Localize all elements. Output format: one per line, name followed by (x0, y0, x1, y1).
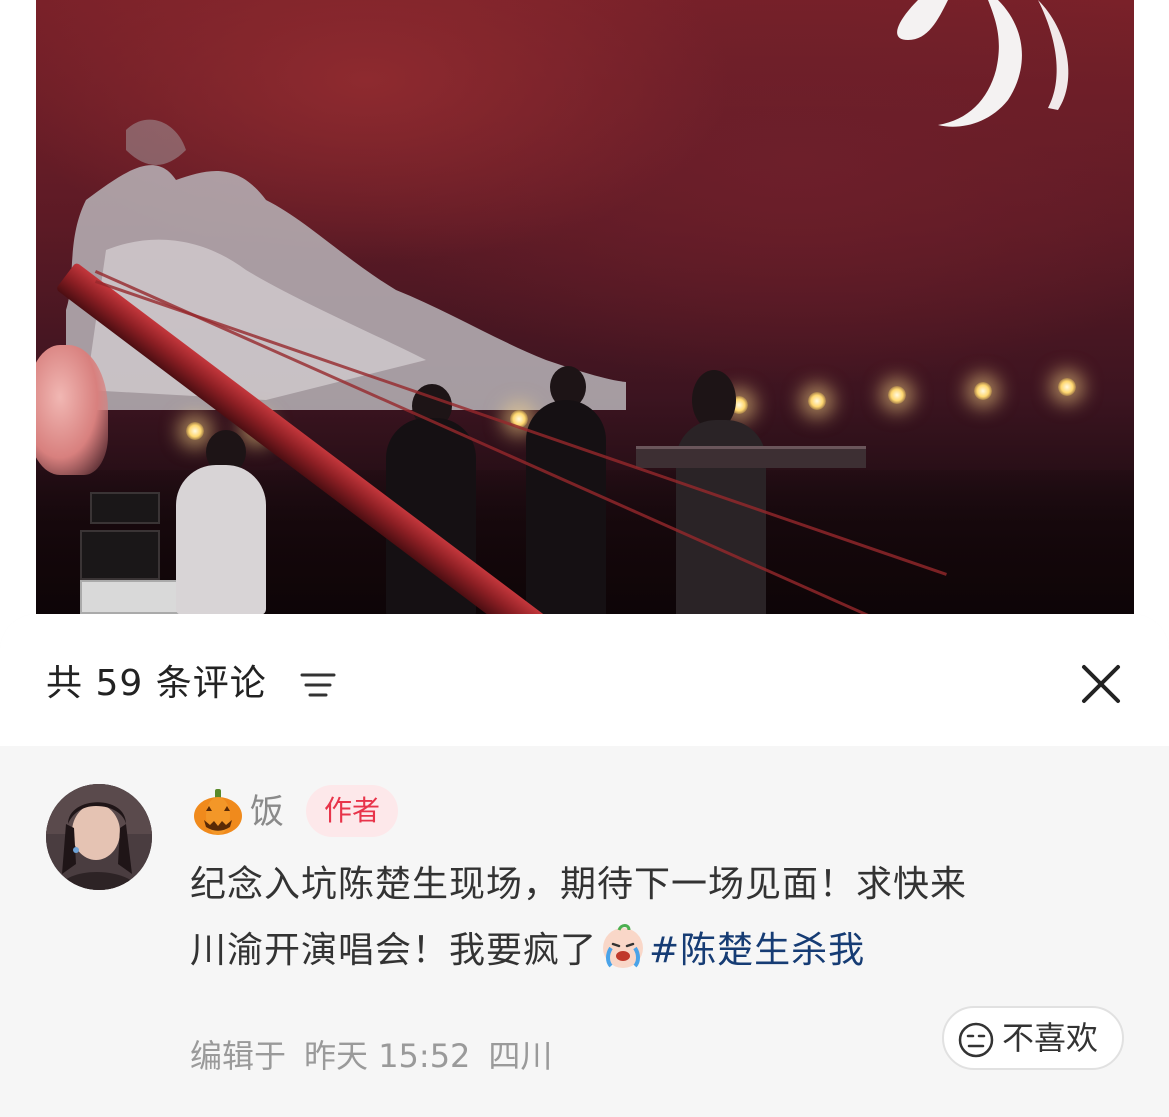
monitor-speaker (80, 580, 180, 614)
author-badge: 作者 (306, 785, 399, 837)
comment-time: 昨天 15:52 (304, 1037, 471, 1075)
user-avatar[interactable] (46, 784, 152, 890)
crying-face-emoji-icon (603, 924, 644, 968)
hashtag-link[interactable]: #陈楚生杀我 (649, 930, 865, 971)
pumpkin-emoji-icon (194, 789, 242, 835)
amplifier (90, 492, 160, 524)
comment-text: 纪念入坑陈楚生现场，期待下一场见面！求快来 川渝开演唱会！我要疯了 #陈楚生杀我 (190, 852, 1120, 984)
neutral-face-icon (958, 1022, 994, 1058)
photo-background (0, 0, 1169, 640)
comment-location: 四川 (488, 1037, 553, 1075)
comment-text-line: 纪念入坑陈楚生现场，期待下一场见面！求快来 (190, 864, 968, 905)
comment-text-line-2: 川渝开演唱会！我要疯了 #陈楚生杀我 (190, 918, 1120, 984)
performer-guitarist (176, 465, 266, 615)
avatar-image (46, 784, 152, 890)
brush-stroke-projection (897, 0, 1069, 127)
concert-photo[interactable] (36, 0, 1134, 640)
filter-lines-icon[interactable] (298, 665, 338, 705)
dislike-label: 不喜欢 (1002, 1019, 1099, 1057)
comment-count-title: 共 59 条评论 (46, 663, 267, 704)
mountain-projection (66, 119, 626, 410)
close-icon[interactable] (1076, 659, 1126, 709)
comment-item: 饭 作者 纪念入坑陈楚生现场，期待下一场见面！求快来 川渝开演唱会！我要疯了 #… (0, 746, 1169, 1117)
amplifier (80, 530, 160, 580)
comments-sheet: 共 59 条评论 饭 作者 纪念入坑陈楚生现场，期待下一场见面！求快来 川渝开演… (0, 614, 1169, 1117)
dislike-button[interactable]: 不喜欢 (942, 1006, 1124, 1070)
keyboard-instrument (636, 446, 866, 468)
comment-text-segment: 川渝开演唱会！我要疯了 (190, 930, 598, 971)
comments-header: 共 59 条评论 (0, 614, 1169, 746)
username[interactable]: 饭 (250, 790, 284, 834)
comment-meta: 编辑于 昨天 15:52 四川 (190, 1034, 570, 1078)
edited-label: 编辑于 (190, 1037, 287, 1075)
